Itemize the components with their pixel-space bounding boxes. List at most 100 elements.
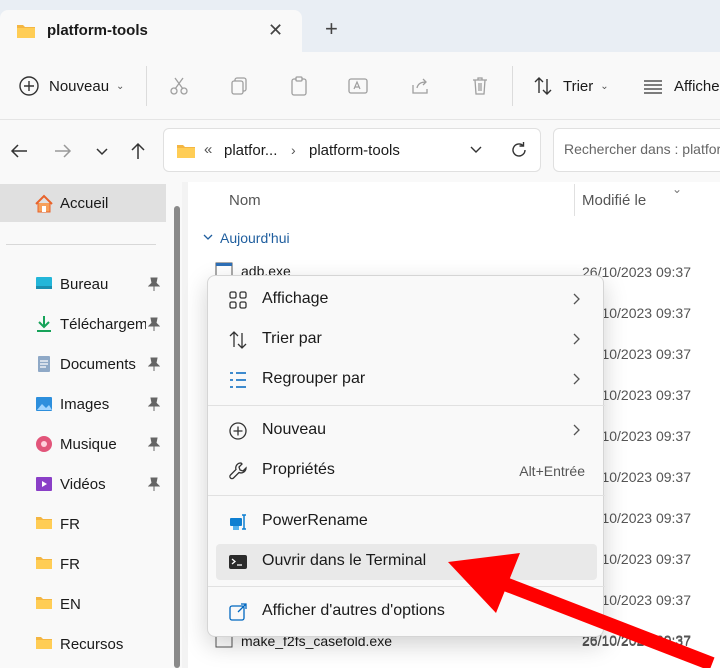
rename-icon[interactable] <box>347 72 369 100</box>
menu-item-powerrename[interactable]: PowerRename <box>216 504 597 540</box>
chevron-right-icon <box>571 331 581 350</box>
forward-arrow-icon[interactable] <box>52 140 74 162</box>
chevron-down-icon: ⌄ <box>600 80 609 92</box>
delete-icon[interactable] <box>469 72 491 100</box>
recent-chevron-down-icon[interactable] <box>91 140 113 162</box>
address-dropdown-icon[interactable] <box>468 141 484 160</box>
breadcrumb-overflow[interactable]: « <box>204 141 212 158</box>
sidebar-item-en[interactable]: EN <box>0 585 166 623</box>
pin-icon[interactable] <box>147 357 161 374</box>
grid-view-icon <box>228 290 248 310</box>
menu-item-show-more-options[interactable]: Afficher d'autres d'options <box>216 594 597 630</box>
navigation-pane: Accueil Bureau Téléchargements Documents… <box>0 182 182 668</box>
paste-icon[interactable] <box>288 72 310 100</box>
pin-icon[interactable] <box>147 277 161 294</box>
column-header-name[interactable]: Nom <box>229 192 261 209</box>
menu-item-label: Ouvrir dans le Terminal <box>262 552 427 569</box>
divider <box>512 66 513 106</box>
group-by-icon <box>228 370 248 390</box>
menu-item-properties[interactable]: Propriétés Alt+Entrée <box>216 453 597 489</box>
address-bar[interactable]: « platfor... › platform-tools <box>163 128 541 172</box>
group-label: Aujourd'hui <box>220 230 290 246</box>
menu-item-label: Regrouper par <box>262 370 366 387</box>
pin-icon[interactable] <box>147 397 161 414</box>
group-header-today[interactable]: Aujourd'hui <box>202 230 290 246</box>
command-bar: Nouveau ⌄ Trier ⌄ Afficher <box>0 52 720 120</box>
column-divider[interactable] <box>574 184 575 216</box>
pin-icon[interactable] <box>147 437 161 454</box>
new-tab-icon[interactable]: + <box>325 18 338 40</box>
sidebar-item-fr-2[interactable]: FR <box>0 545 166 583</box>
videos-icon <box>35 475 53 493</box>
sidebar-item-fr[interactable]: FR <box>0 505 166 543</box>
sidebar-item-label: Recursos <box>60 636 124 653</box>
tab-bar: platform-tools ✕ + <box>0 0 720 52</box>
menu-item-label: Trier par <box>262 330 322 347</box>
sidebar-item-images[interactable]: Images <box>0 385 166 423</box>
tab-title: platform-tools <box>47 22 148 39</box>
tab-platform-tools[interactable]: platform-tools ✕ <box>0 10 302 52</box>
menu-item-new[interactable]: Nouveau <box>216 413 597 449</box>
menu-item-sort-by[interactable]: Trier par <box>216 322 597 358</box>
menu-item-label: PowerRename <box>262 512 368 529</box>
sidebar-item-label: FR <box>60 516 80 533</box>
view-button-label: Afficher <box>674 77 720 95</box>
images-icon <box>35 395 53 413</box>
sidebar-item-musique[interactable]: Musique <box>0 425 166 463</box>
copy-icon[interactable] <box>228 72 250 100</box>
sidebar-item-label: FR <box>60 556 80 573</box>
pin-icon[interactable] <box>147 317 161 334</box>
breadcrumb-segment-current[interactable]: platform-tools <box>309 142 400 159</box>
menu-item-group-by[interactable]: Regrouper par <box>216 362 597 398</box>
chevron-right-icon <box>571 291 581 310</box>
plus-circle-icon <box>228 421 248 441</box>
breadcrumb-segment-parent[interactable]: platfor... <box>224 142 277 159</box>
sort-icon <box>228 330 248 350</box>
open-external-icon <box>228 602 248 622</box>
documents-icon <box>35 355 53 373</box>
pin-icon[interactable] <box>147 477 161 494</box>
divider <box>146 66 147 106</box>
menu-divider <box>208 405 605 406</box>
music-icon <box>35 435 53 453</box>
sidebar-item-bureau[interactable]: Bureau <box>0 265 166 303</box>
close-icon[interactable]: ✕ <box>268 21 283 39</box>
sort-chevron-icon: ⌄ <box>672 182 683 196</box>
sidebar-item-label: EN <box>60 596 81 613</box>
share-icon[interactable] <box>409 72 431 100</box>
sort-button[interactable]: Trier ⌄ <box>532 72 609 100</box>
sidebar-item-label: Documents <box>60 356 136 373</box>
sidebar-scrollbar[interactable] <box>174 206 180 668</box>
menu-item-open-in-terminal[interactable]: Ouvrir dans le Terminal <box>216 544 597 580</box>
menu-item-view[interactable]: Affichage <box>216 282 597 318</box>
up-arrow-icon[interactable] <box>127 140 149 162</box>
sidebar-item-home[interactable]: Accueil <box>0 184 166 222</box>
sidebar-item-videos[interactable]: Vidéos <box>0 465 166 503</box>
home-icon <box>34 194 53 213</box>
view-list-icon <box>642 75 664 97</box>
search-box[interactable] <box>553 128 720 172</box>
chevron-down-icon <box>202 230 214 246</box>
folder-icon <box>35 515 53 533</box>
column-header-modified[interactable]: Modifié le <box>582 192 646 209</box>
chevron-right-icon[interactable]: › <box>291 142 296 158</box>
divider <box>6 244 156 245</box>
search-input[interactable] <box>564 141 720 157</box>
sort-icon <box>532 75 554 97</box>
sidebar-item-recursos[interactable]: Recursos <box>0 625 166 663</box>
sidebar-item-label: Musique <box>60 436 117 453</box>
cut-icon[interactable] <box>168 72 190 100</box>
sidebar-item-telechargements[interactable]: Téléchargements <box>0 305 166 343</box>
sidebar-item-documents[interactable]: Documents <box>0 345 166 383</box>
plus-circle-icon <box>18 75 40 97</box>
wrench-icon <box>228 461 248 481</box>
folder-icon <box>35 595 53 613</box>
new-button[interactable]: Nouveau ⌄ <box>18 72 124 100</box>
chevron-down-icon: ⌄ <box>116 80 125 92</box>
folder-icon <box>35 555 53 573</box>
folder-icon <box>176 143 196 162</box>
view-button[interactable]: Afficher <box>642 72 720 100</box>
sidebar-item-label: Téléchargements <box>60 316 146 333</box>
refresh-icon[interactable] <box>509 140 529 163</box>
back-arrow-icon[interactable] <box>8 140 30 162</box>
